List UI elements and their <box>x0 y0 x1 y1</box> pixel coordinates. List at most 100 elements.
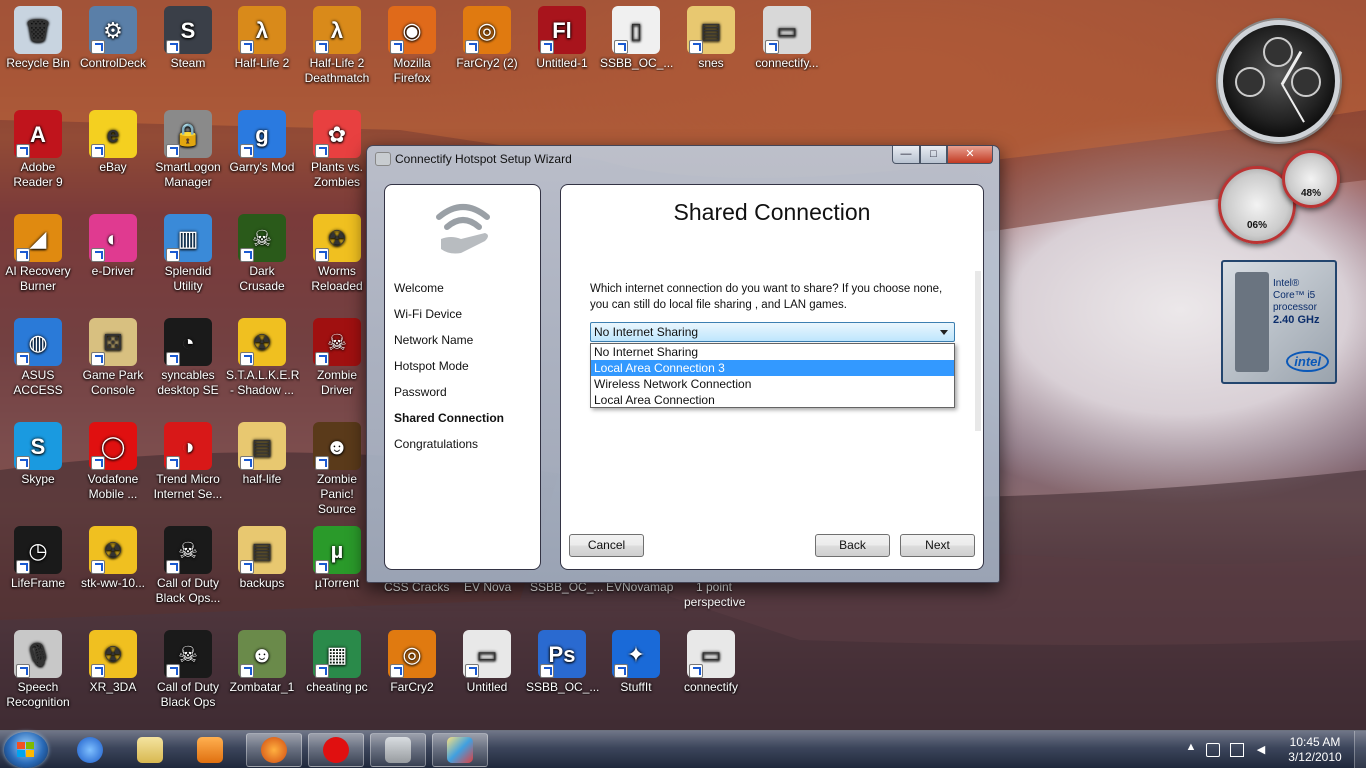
ram-meter-gadget[interactable]: 48% <box>1282 150 1340 208</box>
step-shared-connection: Shared Connection <box>394 411 505 425</box>
connection-select[interactable]: No Internet Sharing <box>590 322 955 342</box>
desktop-icon[interactable]: ☢ S.T.A.L.K.E.R. - Shadow ... <box>224 318 300 398</box>
shortcut-arrow-icon <box>240 664 254 678</box>
desktop-icon[interactable]: ☢ XR_3DA <box>75 630 151 695</box>
app-icon: ☢ <box>313 214 361 262</box>
maximize-button[interactable]: □ <box>920 146 947 164</box>
scrollbar[interactable] <box>975 271 981 431</box>
clock-gadget[interactable] <box>1218 20 1340 142</box>
desktop-icon[interactable]: ⚙ ControlDeck <box>75 6 151 71</box>
desktop-icon[interactable]: g Garry's Mod <box>224 110 300 175</box>
wizard-content-pane: Shared Connection Which internet connect… <box>560 184 984 570</box>
taskbar-vodafone[interactable] <box>308 733 364 767</box>
desktop-icon[interactable]: ◢ AI Recovery Burner <box>0 214 76 294</box>
app-icon: ▭ <box>463 630 511 678</box>
desktop-icon[interactable]: A Adobe Reader 9 <box>0 110 76 190</box>
volume-icon[interactable]: ◀ <box>1254 743 1268 757</box>
app-icon: e <box>89 110 137 158</box>
taskbar-media-player[interactable] <box>182 733 238 767</box>
desktop-icon[interactable]: µ µTorrent <box>299 526 375 591</box>
desktop-icon[interactable]: ▭ connectify... <box>749 6 825 71</box>
desktop-icon[interactable]: ◷ LifeFrame <box>0 526 76 591</box>
step-password: Password <box>394 385 447 399</box>
desktop-icon[interactable]: ◯ Vodafone Mobile ... <box>75 422 151 502</box>
desktop-icon[interactable]: ✿ Plants vs. Zombies <box>299 110 375 190</box>
desktop-icon[interactable]: ▭ connectify <box>673 630 749 695</box>
back-button[interactable]: Back <box>815 534 890 557</box>
show-hidden-icons-button[interactable]: ▲ <box>1184 741 1198 755</box>
desktop-icon[interactable]: e eBay <box>75 110 151 175</box>
desktop-icon[interactable]: ◍ ASUS ACCESS <box>0 318 76 398</box>
app-icon: ◉ <box>388 6 436 54</box>
desktop-icon[interactable]: S Skype <box>0 422 76 487</box>
option-local-area-connection-3[interactable]: Local Area Connection 3 <box>591 360 954 376</box>
desktop-icon[interactable]: ☻ Zombatar_1 <box>224 630 300 695</box>
option-no-internet-sharing[interactable]: No Internet Sharing <box>591 344 954 360</box>
media-player-icon <box>197 737 223 763</box>
system-clock[interactable]: 10:45 AM 3/12/2010 <box>1280 735 1350 765</box>
taskbar-connectify[interactable] <box>370 733 426 767</box>
desktop-icon[interactable]: ▦ cheating pc <box>299 630 375 695</box>
desktop-icon[interactable]: ⚄ Game Park Console <box>75 318 151 398</box>
desktop-icon[interactable]: ▯ SSBB_OC_... <box>598 6 674 71</box>
minimize-button[interactable]: — <box>892 146 920 164</box>
connectify-wizard-window[interactable]: Connectify Hotspot Setup Wizard — □ ✕ We… <box>366 145 1000 583</box>
desktop-icon[interactable]: ☠ Call of Duty Black Ops... <box>150 526 226 606</box>
desktop-icon[interactable]: ✦ StuffIt <box>598 630 674 695</box>
desktop-icon[interactable]: ◐ e-Driver <box>75 214 151 279</box>
desktop-icon[interactable]: ☻ Zombie Panic! Source <box>299 422 375 517</box>
shortcut-arrow-icon <box>465 40 479 54</box>
desktop-icon-label: Untitled-1 <box>536 56 588 70</box>
desktop-icon[interactable]: ☢ stk-ww-10... <box>75 526 151 591</box>
desktop-icon[interactable]: ◎ FarCry2 <box>374 630 450 695</box>
desktop-icon-label: Trend Micro Internet Se... <box>153 472 223 501</box>
desktop-icon[interactable]: ▥ Splendid Utility <box>150 214 226 294</box>
app-icon: 🔒 <box>164 110 212 158</box>
desktop-icon[interactable]: Fl Untitled-1 <box>524 6 600 71</box>
select-value: No Internet Sharing <box>594 325 699 339</box>
desktop-icon[interactable]: ◉ Mozilla Firefox <box>374 6 450 86</box>
window-titlebar[interactable]: Connectify Hotspot Setup Wizard — □ ✕ <box>367 146 999 172</box>
desktop-icon-label: backups <box>239 576 285 590</box>
desktop-icon-label: Steam <box>170 56 206 70</box>
desktop-icon[interactable]: ◎ FarCry2 (2) <box>449 6 525 71</box>
taskbar-firefox[interactable] <box>246 733 302 767</box>
option-local-area-connection[interactable]: Local Area Connection <box>591 392 954 408</box>
desktop-icon[interactable]: λ Half-Life 2 Deathmatch <box>299 6 375 86</box>
desktop-icon[interactable]: ☠ Zombie Driver <box>299 318 375 398</box>
desktop-icon[interactable]: ☠ Dark Crusade <box>224 214 300 294</box>
intel-gadget[interactable]: Intel® Core™ i5 processor 2.40 GHz intel <box>1221 260 1337 384</box>
desktop-icon[interactable]: ◔ syncables desktop SE <box>150 318 226 398</box>
option-wireless-network-connection[interactable]: Wireless Network Connection <box>591 376 954 392</box>
desktop-icon[interactable]: ☢ Worms Reloaded <box>299 214 375 294</box>
taskbar-windows-explorer[interactable] <box>122 733 178 767</box>
desktop-icon[interactable]: ☠ Call of Duty Black Ops <box>150 630 226 710</box>
desktop-icon[interactable]: 🔒 SmartLogon Manager <box>150 110 226 190</box>
close-button[interactable]: ✕ <box>947 146 993 164</box>
desktop-icon[interactable]: Ps SSBB_OC_... <box>524 630 600 695</box>
taskbar-paint[interactable] <box>432 733 488 767</box>
desktop-icon-label: Splendid Utility <box>164 264 212 293</box>
app-icon: g <box>238 110 286 158</box>
show-desktop-button[interactable] <box>1354 731 1366 768</box>
desktop-icon[interactable]: λ Half-Life 2 <box>224 6 300 71</box>
desktop-icon[interactable]: ▤ snes <box>673 6 749 71</box>
desktop-icon[interactable]: ▤ backups <box>224 526 300 591</box>
desktop-icon-label: Speech Recognition <box>6 680 70 709</box>
desktop-icon[interactable]: S Steam <box>150 6 226 71</box>
desktop-icon-label: Skype <box>21 472 55 486</box>
cancel-button[interactable]: Cancel <box>569 534 644 557</box>
network-icon[interactable] <box>1230 743 1244 757</box>
desktop-icon[interactable]: 🎙 Speech Recognition <box>0 630 76 710</box>
next-button[interactable]: Next <box>900 534 975 557</box>
desktop-icon[interactable]: ▤ half-life <box>224 422 300 487</box>
start-button[interactable] <box>4 732 48 768</box>
desktop-icon[interactable]: ▭ Untitled <box>449 630 525 695</box>
action-center-icon[interactable] <box>1206 743 1220 757</box>
desktop-icon[interactable]: 🗑 Recycle Bin <box>0 6 76 71</box>
shortcut-arrow-icon <box>91 248 105 262</box>
shortcut-arrow-icon <box>689 40 703 54</box>
desktop-icon[interactable]: ◑ Trend Micro Internet Se... <box>150 422 226 502</box>
taskbar-internet-explorer[interactable] <box>62 733 118 767</box>
connection-dropdown-list[interactable]: No Internet Sharing Local Area Connectio… <box>590 343 955 408</box>
